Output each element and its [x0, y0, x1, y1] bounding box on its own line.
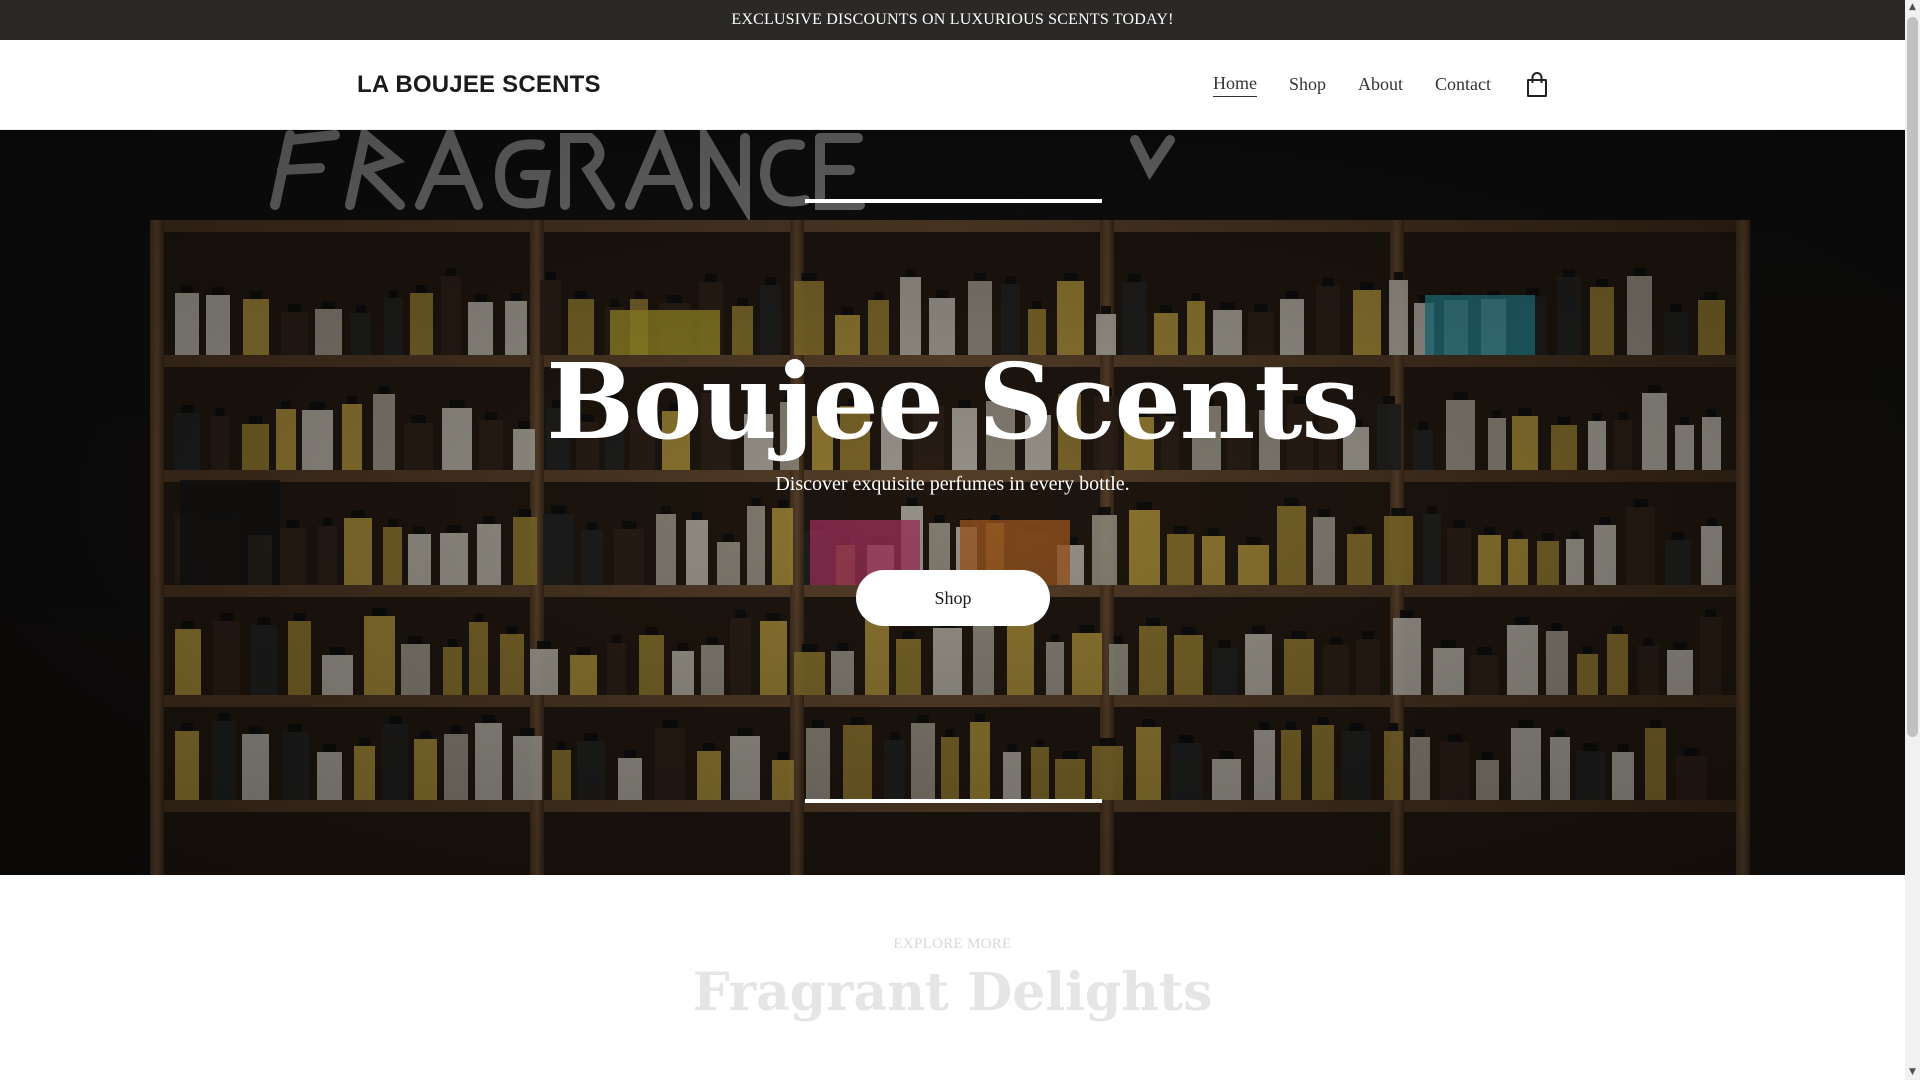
page: EXCLUSIVE DISCOUNTS ON LUXURIOUS SCENTS … — [0, 0, 1920, 1080]
hero-subtitle: Discover exquisite perfumes in every bot… — [775, 473, 1130, 495]
scroll-up-arrow-icon[interactable]: ▲ — [1905, 0, 1920, 15]
shopping-bag-icon[interactable] — [1525, 72, 1549, 98]
main-nav: Home Shop About Contact — [1181, 40, 1549, 130]
site-header: LA BOUJEE SCENTS Home Shop About Contact — [0, 40, 1905, 130]
scrollbar-thumb[interactable] — [1907, 17, 1918, 737]
section-eyebrow: EXPLORE MORE — [893, 936, 1012, 952]
nav-link-shop[interactable]: Shop — [1289, 74, 1326, 97]
announcement-text: EXCLUSIVE DISCOUNTS ON LUXURIOUS SCENTS … — [731, 11, 1174, 28]
hero-title: Boujee Scents — [546, 340, 1360, 463]
nav-link-about[interactable]: About — [1358, 74, 1403, 97]
hero-shop-button[interactable]: Shop — [856, 570, 1050, 626]
announcement-bar: EXCLUSIVE DISCOUNTS ON LUXURIOUS SCENTS … — [0, 0, 1905, 40]
section-title: Fragrant Delights — [692, 962, 1213, 1023]
page-content: EXCLUSIVE DISCOUNTS ON LUXURIOUS SCENTS … — [0, 0, 1905, 1080]
hero-bottom-divider — [805, 799, 1102, 803]
scroll-down-arrow-icon[interactable]: ▼ — [1905, 1065, 1920, 1080]
nav-link-contact[interactable]: Contact — [1435, 74, 1491, 97]
page-scrollbar[interactable]: ▲ ▼ — [1905, 0, 1920, 1080]
hero-overlay — [0, 130, 1905, 875]
hero-banner: Boujee Scents Discover exquisite perfume… — [0, 130, 1905, 875]
hero-top-divider — [805, 199, 1102, 203]
site-logo[interactable]: LA BOUJEE SCENTS — [357, 40, 601, 130]
nav-link-home[interactable]: Home — [1212, 73, 1257, 97]
